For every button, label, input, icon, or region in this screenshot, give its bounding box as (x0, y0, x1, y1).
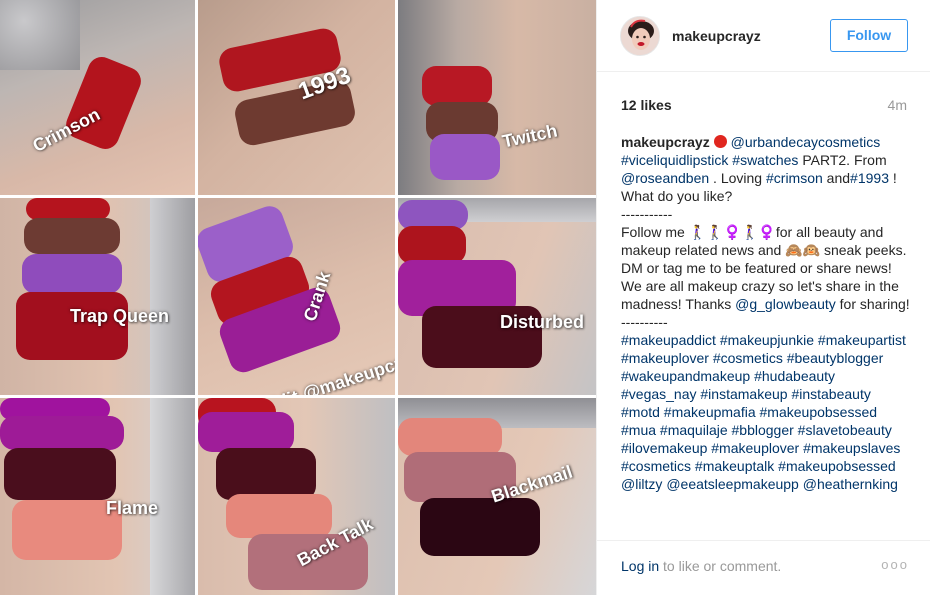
swatch-label: Flame (106, 498, 159, 518)
swatch-crank (198, 412, 294, 452)
login-prompt-text: to like or comment. (659, 558, 782, 574)
swatch-crimson (398, 226, 466, 264)
post-sidebar: makeupcrayz Follow 12 likes 4m makeupcra… (596, 0, 930, 595)
hashtag-link[interactable]: #1993 (850, 170, 889, 186)
likes-count[interactable]: 12 likes (621, 97, 672, 113)
caption-text: PART2. From (798, 152, 887, 168)
swatch-label: Trap Queen (70, 306, 170, 326)
swatch-1993 (24, 218, 120, 254)
grid-divider (0, 195, 596, 198)
swatch-tile-crank: Crank Edit @makeupcrayz (198, 198, 395, 395)
post-timestamp[interactable]: 4m (888, 97, 907, 113)
mention-link[interactable]: @g_glowbeauty (735, 296, 836, 312)
grid-divider (0, 395, 596, 398)
caption-text: . Loving (709, 170, 766, 186)
swatch-tile-crimson: Crimson (0, 0, 195, 195)
username-link[interactable]: makeupcrayz (672, 28, 761, 44)
swatch-crank (0, 416, 124, 450)
mention-link[interactable]: @urbandecaycosmetics (731, 134, 881, 150)
hashtag-link[interactable]: #viceliquidlipstick (621, 152, 728, 168)
swatch-crimson (422, 66, 492, 106)
swatch-twitch (22, 254, 122, 294)
swatch-tile-blackmail: Blackmail (398, 398, 596, 595)
swatch-tile-twitch: Twitch (398, 0, 596, 195)
swatch-tile-back-talk: Back Talk (198, 398, 395, 595)
swatch-twitch (430, 134, 500, 180)
login-prompt: Log in to like or comment. (621, 558, 781, 574)
grid-divider (195, 0, 198, 595)
post-footer: Log in to like or comment. ooo (597, 540, 930, 595)
swatch-tile-disturbed: Disturbed (398, 198, 596, 395)
red-circle-emoji (713, 135, 727, 148)
caption-author[interactable]: makeupcrayz (621, 134, 710, 150)
swatch-tile-1993: 1993 (198, 0, 395, 195)
mention-link[interactable]: @roseandben (621, 170, 709, 186)
more-options-icon[interactable]: ooo (881, 557, 909, 572)
post-photo[interactable]: Crimson 1993 Twitch Trap Queen Crank Edi… (0, 0, 596, 595)
hashtag-list[interactable]: #makeupaddict #makeupjunkie #makeupartis… (621, 332, 906, 492)
swatch-flame (226, 494, 332, 538)
swatch-disturbed (216, 448, 316, 500)
swatch-tile-trap-queen: Trap Queen (0, 198, 195, 395)
swatch-crimson (26, 198, 110, 220)
avatar-image (621, 17, 659, 55)
swatch-tile-flame: Flame (0, 398, 195, 595)
post-header: makeupcrayz Follow (597, 0, 930, 72)
swatch-blackmail (420, 498, 540, 556)
grid-divider (395, 0, 398, 595)
hashtag-link[interactable]: #swatches (732, 152, 798, 168)
caption-text: and (822, 170, 851, 186)
swatch-disturbed (4, 448, 116, 500)
login-link[interactable]: Log in (621, 558, 659, 574)
post-caption: makeupcrayz @urbandecaycosmetics #viceli… (621, 133, 911, 493)
hashtag-link[interactable]: #crimson (766, 170, 823, 186)
swatch-label: Disturbed (500, 312, 585, 332)
caption-divider: ---------- (621, 314, 668, 330)
avatar[interactable] (620, 16, 660, 56)
caption-divider: ----------- (621, 206, 673, 222)
follow-button[interactable]: Follow (830, 19, 908, 52)
caption-text: for sharing! (835, 296, 910, 312)
swatch-flame (398, 418, 502, 456)
